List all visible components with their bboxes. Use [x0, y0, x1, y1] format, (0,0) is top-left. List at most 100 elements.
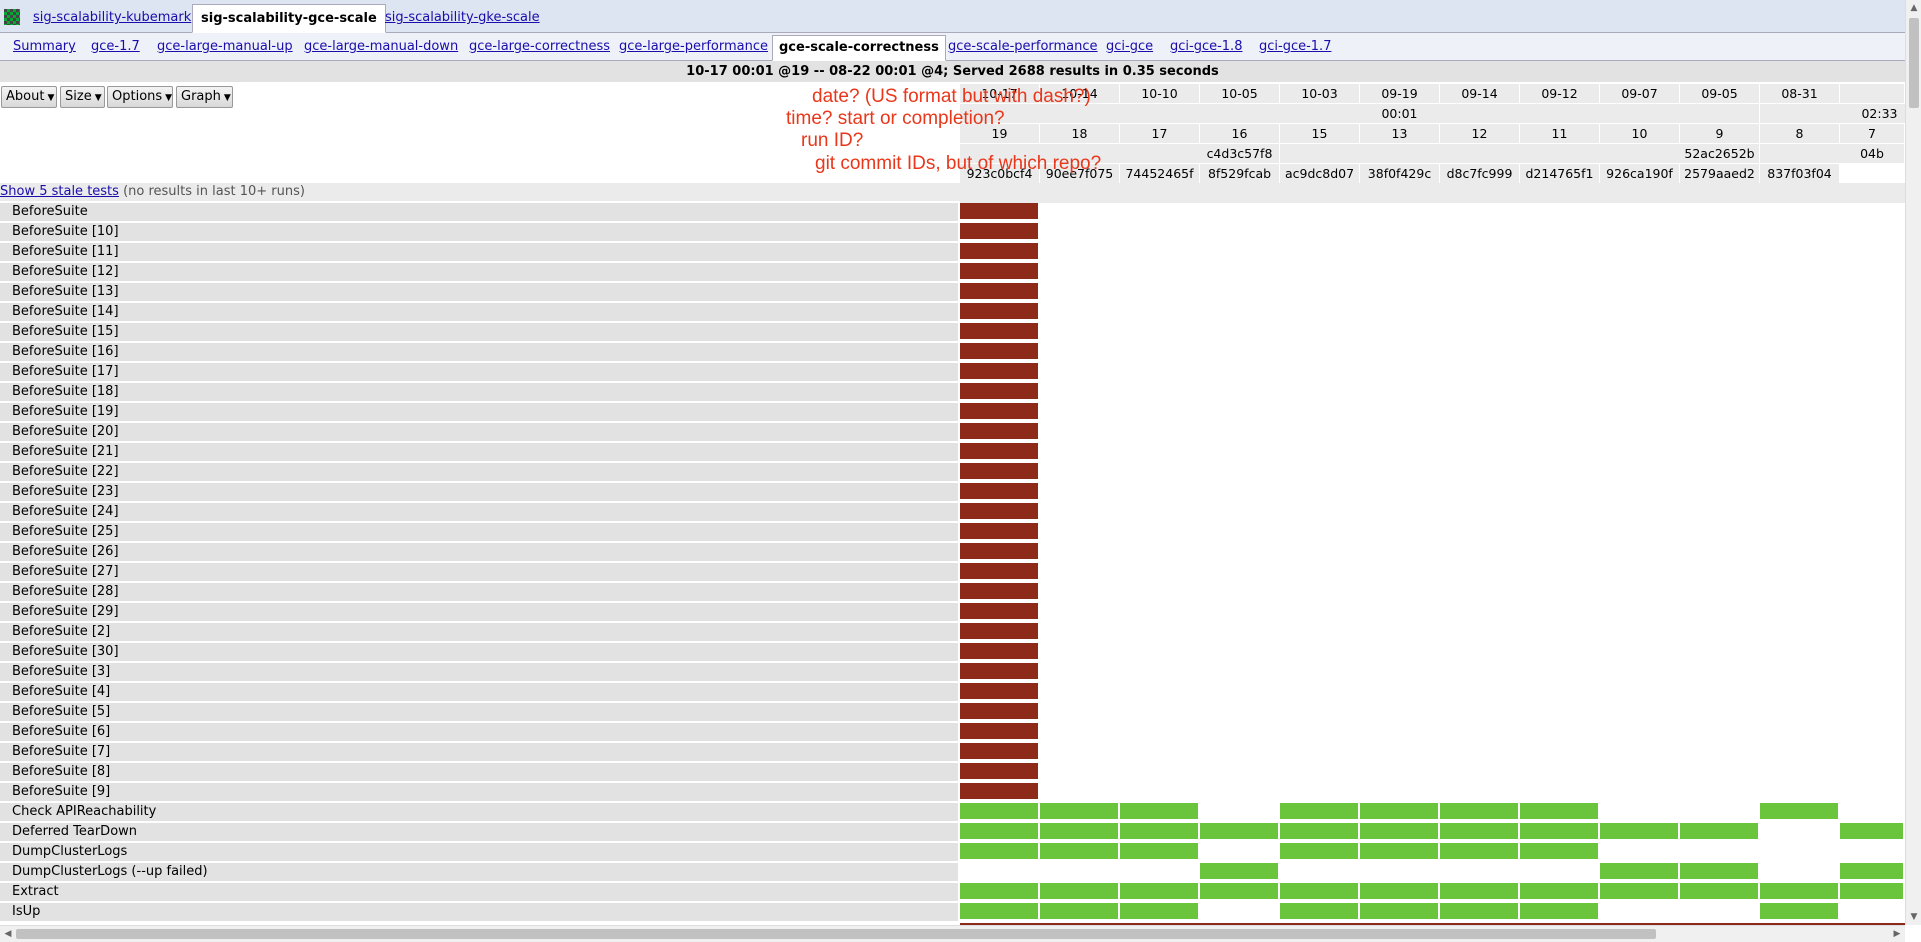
result-cell-passed[interactable]	[1600, 823, 1680, 841]
result-cell-passed[interactable]	[1520, 883, 1600, 901]
dashboard-tab-gce-scale[interactable]: sig-scalability-gce-scale	[192, 4, 386, 33]
result-cell-failed[interactable]	[960, 443, 1040, 461]
test-name[interactable]: BeforeSuite [24]	[0, 503, 958, 521]
result-cell-failed[interactable]	[960, 703, 1040, 721]
test-name[interactable]: Deferred TearDown	[0, 823, 958, 841]
dashboard-tab-kubemark[interactable]: sig-scalability-kubemark	[25, 4, 199, 32]
result-cell-passed[interactable]	[1200, 883, 1280, 901]
result-cell-failed[interactable]	[960, 543, 1040, 561]
result-cell-failed[interactable]	[960, 243, 1040, 261]
result-cell-failed[interactable]	[960, 663, 1040, 681]
test-name[interactable]: BeforeSuite [16]	[0, 343, 958, 361]
test-name[interactable]: BeforeSuite [22]	[0, 463, 958, 481]
result-cell-passed[interactable]	[1440, 903, 1520, 921]
result-cell-failed[interactable]	[960, 583, 1040, 601]
result-cell-passed[interactable]	[1840, 883, 1905, 901]
result-cell-failed[interactable]	[960, 463, 1040, 481]
test-name[interactable]: BeforeSuite [28]	[0, 583, 958, 601]
result-cell-passed[interactable]	[960, 883, 1040, 901]
test-name[interactable]: BeforeSuite [8]	[0, 763, 958, 781]
test-name[interactable]: BeforeSuite [23]	[0, 483, 958, 501]
result-cell-failed[interactable]	[960, 403, 1040, 421]
result-cell-failed[interactable]	[960, 643, 1040, 661]
test-name[interactable]: DumpClusterLogs (--up failed)	[0, 863, 958, 881]
result-cell-passed[interactable]	[960, 903, 1040, 921]
result-cell-failed[interactable]	[960, 363, 1040, 381]
result-cell-passed[interactable]	[1200, 823, 1280, 841]
result-cell-passed[interactable]	[960, 823, 1040, 841]
tab-gci-gce-1-7[interactable]: gci-gce-1.7	[1253, 35, 1337, 59]
test-name[interactable]: BeforeSuite [25]	[0, 523, 958, 541]
result-cell-failed[interactable]	[960, 323, 1040, 341]
result-cell-passed[interactable]	[1680, 863, 1760, 881]
result-cell-failed[interactable]	[960, 783, 1040, 801]
test-name[interactable]: BeforeSuite [7]	[0, 743, 958, 761]
show-stale-tests-link[interactable]: Show 5 stale tests	[0, 184, 119, 199]
test-name[interactable]: BeforeSuite [27]	[0, 563, 958, 581]
result-cell-passed[interactable]	[1120, 803, 1200, 821]
scroll-up-icon[interactable]: ▲	[1906, 0, 1921, 16]
dashboard-tab-gke-scale[interactable]: sig-scalability-gke-scale	[377, 4, 548, 32]
tab-gce-large-performance[interactable]: gce-large-performance	[613, 35, 774, 59]
vertical-scrollbar[interactable]: ▲ ▼	[1905, 0, 1921, 925]
tab-gce-large-manual-down[interactable]: gce-large-manual-down	[298, 35, 464, 59]
result-cell-passed[interactable]	[1520, 803, 1600, 821]
result-cell-passed[interactable]	[1760, 803, 1840, 821]
test-name[interactable]: BeforeSuite [29]	[0, 603, 958, 621]
result-cell-passed[interactable]	[1280, 883, 1360, 901]
test-name[interactable]: BeforeSuite	[0, 203, 958, 221]
result-cell-passed[interactable]	[1440, 843, 1520, 861]
result-cell-failed[interactable]	[960, 763, 1040, 781]
scroll-left-icon[interactable]: ◀	[0, 926, 16, 942]
result-cell-passed[interactable]	[1120, 903, 1200, 921]
result-cell-passed[interactable]	[1040, 843, 1120, 861]
result-cell-passed[interactable]	[1600, 883, 1680, 901]
tab-gce-scale-correctness[interactable]: gce-scale-correctness	[772, 35, 946, 61]
result-cell-passed[interactable]	[960, 843, 1040, 861]
result-cell-failed[interactable]	[960, 523, 1040, 541]
result-cell-failed[interactable]	[960, 383, 1040, 401]
result-cell-failed[interactable]	[960, 203, 1040, 221]
test-name[interactable]: BeforeSuite [3]	[0, 663, 958, 681]
scroll-thumb[interactable]	[16, 929, 1656, 939]
result-cell-passed[interactable]	[1440, 803, 1520, 821]
result-cell-passed[interactable]	[1040, 803, 1120, 821]
test-name[interactable]: BeforeSuite [11]	[0, 243, 958, 261]
test-name[interactable]: BeforeSuite [6]	[0, 723, 958, 741]
tab-gci-gce[interactable]: gci-gce	[1100, 35, 1159, 59]
result-cell-passed[interactable]	[1840, 863, 1905, 881]
tab-gce-1-7[interactable]: gce-1.7	[85, 35, 146, 59]
result-cell-passed[interactable]	[1280, 803, 1360, 821]
tab-gce-large-manual-up[interactable]: gce-large-manual-up	[151, 35, 299, 59]
test-name[interactable]: BeforeSuite [20]	[0, 423, 958, 441]
result-cell-passed[interactable]	[1280, 903, 1360, 921]
graph-menu-button[interactable]: Graph ▼	[176, 86, 233, 108]
scroll-thumb[interactable]	[1909, 18, 1919, 108]
result-cell-failed[interactable]	[960, 263, 1040, 281]
result-cell-passed[interactable]	[1120, 823, 1200, 841]
scroll-down-icon[interactable]: ▼	[1906, 909, 1921, 925]
result-cell-failed[interactable]	[960, 623, 1040, 641]
result-cell-passed[interactable]	[1440, 883, 1520, 901]
result-cell-passed[interactable]	[960, 803, 1040, 821]
test-name[interactable]: BeforeSuite [21]	[0, 443, 958, 461]
test-name[interactable]: DumpClusterLogs	[0, 843, 958, 861]
result-cell-failed[interactable]	[960, 603, 1040, 621]
about-menu-button[interactable]: About ▼	[1, 86, 57, 108]
result-cell-failed[interactable]	[960, 723, 1040, 741]
scroll-right-icon[interactable]: ▶	[1889, 926, 1905, 942]
result-cell-passed[interactable]	[1200, 863, 1280, 881]
test-name[interactable]: IsUp	[0, 903, 958, 921]
tab-gci-gce-1-8[interactable]: gci-gce-1.8	[1164, 35, 1248, 59]
result-cell-failed[interactable]	[960, 563, 1040, 581]
result-cell-failed[interactable]	[960, 343, 1040, 361]
result-cell-passed[interactable]	[1520, 903, 1600, 921]
test-name[interactable]: BeforeSuite [4]	[0, 683, 958, 701]
result-cell-failed[interactable]	[960, 223, 1040, 241]
result-cell-passed[interactable]	[1120, 883, 1200, 901]
result-cell-passed[interactable]	[1440, 823, 1520, 841]
result-cell-passed[interactable]	[1040, 823, 1120, 841]
result-cell-passed[interactable]	[1120, 843, 1200, 861]
test-name[interactable]: BeforeSuite [26]	[0, 543, 958, 561]
test-name[interactable]: Extract	[0, 883, 958, 901]
